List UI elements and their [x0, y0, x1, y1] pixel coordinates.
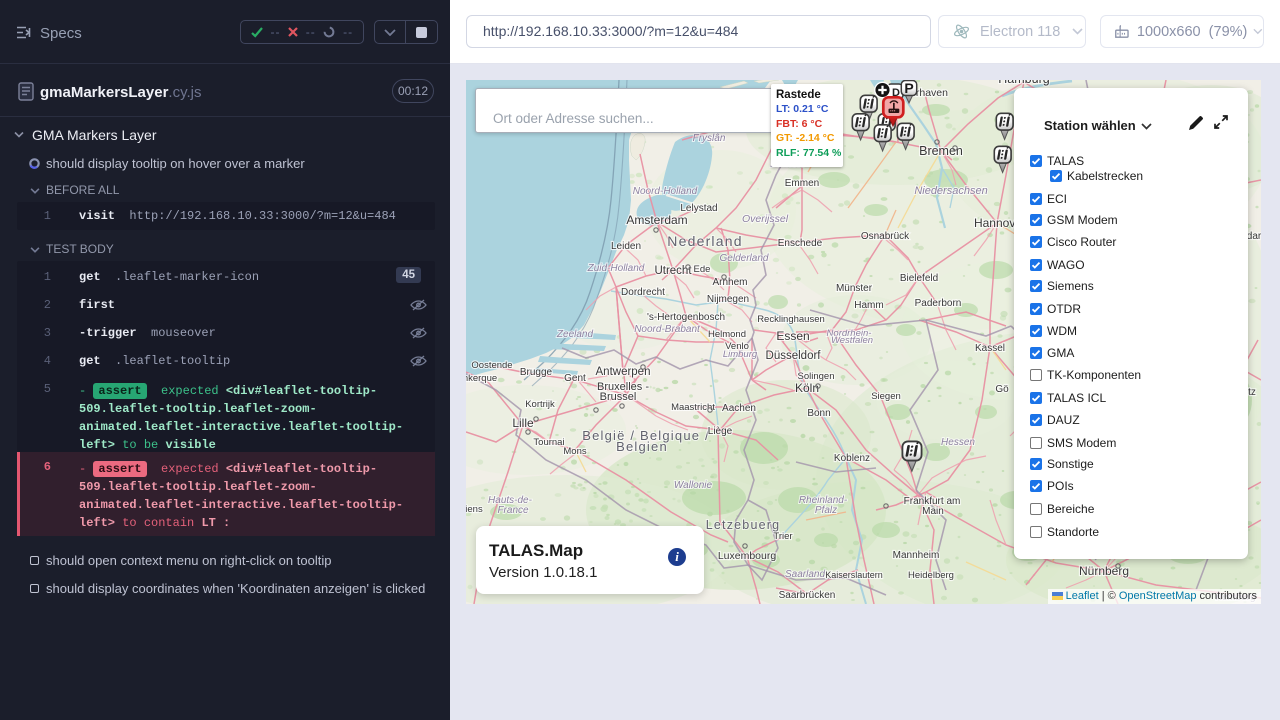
svg-text:Gelderland: Gelderland	[720, 253, 769, 264]
svg-text:Niedersachsen: Niedersachsen	[914, 185, 987, 197]
svg-text:Hamm: Hamm	[854, 300, 883, 311]
svg-text:Nederland: Nederland	[667, 233, 742, 249]
svg-text:Gent: Gent	[564, 373, 586, 384]
svg-text:Saarbrücken: Saarbrücken	[779, 590, 836, 601]
svg-text:Saarland: Saarland	[785, 569, 825, 580]
svg-text:Koblenz: Koblenz	[834, 453, 870, 464]
svg-text:Hessen: Hessen	[941, 437, 975, 448]
svg-text:Arnhem: Arnhem	[712, 277, 747, 288]
svg-text:Trier: Trier	[773, 531, 792, 542]
svg-text:Pfalz: Pfalz	[815, 505, 837, 516]
svg-text:Münster: Münster	[836, 283, 873, 294]
svg-text:Nürnberg: Nürnberg	[1079, 564, 1129, 578]
svg-text:Kortrijk: Kortrijk	[525, 399, 555, 410]
svg-text:tz: tz	[1248, 387, 1256, 398]
svg-text:Limburg: Limburg	[723, 349, 758, 360]
svg-text:Düsseldorf: Düsseldorf	[766, 350, 822, 362]
svg-text:Fryslân: Fryslân	[693, 133, 726, 144]
svg-text:Recklinghausen: Recklinghausen	[757, 314, 825, 325]
svg-text:Bonn: Bonn	[807, 408, 830, 419]
svg-text:Tournai: Tournai	[533, 437, 564, 448]
svg-text:Zuid-Holland: Zuid-Holland	[587, 263, 645, 274]
svg-text:erhaven: erhaven	[910, 87, 948, 99]
svg-text:Nijmegen: Nijmegen	[707, 294, 749, 305]
svg-text:Osnabrück: Osnabrück	[861, 231, 910, 242]
svg-text:Liège: Liège	[708, 426, 733, 437]
svg-text:Zeeland: Zeeland	[556, 329, 594, 340]
svg-text:Antwerpen: Antwerpen	[596, 366, 651, 378]
svg-text:Mannheim: Mannheim	[893, 550, 940, 561]
svg-text:Dordrecht: Dordrecht	[621, 287, 665, 298]
svg-text:Kassel: Kassel	[975, 343, 1005, 354]
svg-text:Aachen: Aachen	[722, 403, 756, 414]
svg-text:Kaiserslautern: Kaiserslautern	[825, 570, 883, 580]
svg-text:'s-Hertogenbosch: 's-Hertogenbosch	[647, 312, 725, 323]
svg-text:dar: dar	[1247, 231, 1261, 242]
svg-text:Lille: Lille	[512, 416, 534, 430]
svg-text:Emmen: Emmen	[785, 178, 819, 189]
svg-text:Main: Main	[922, 506, 944, 517]
svg-text:Brugge: Brugge	[520, 367, 553, 378]
svg-text:Overijssel: Overijssel	[742, 213, 789, 225]
svg-text:Oostende: Oostende	[471, 360, 512, 371]
svg-text:Essen: Essen	[776, 329, 809, 343]
svg-text:Bielefeld: Bielefeld	[900, 273, 938, 284]
svg-text:Westfalen: Westfalen	[831, 335, 873, 346]
svg-text:France: France	[497, 505, 529, 516]
svg-text:Letzebuerg: Letzebuerg	[706, 518, 781, 532]
svg-text:Belgien: Belgien	[616, 439, 668, 454]
svg-text:Leiden: Leiden	[611, 241, 641, 252]
svg-text:Utrecht: Utrecht	[654, 265, 692, 277]
svg-text:Noord-Brabant: Noord-Brabant	[634, 324, 701, 335]
svg-text:Amsterdam: Amsterdam	[626, 213, 687, 227]
svg-text:iens: iens	[466, 504, 483, 515]
svg-text:Luxembourg: Luxembourg	[718, 550, 777, 562]
svg-text:Heidelberg: Heidelberg	[908, 570, 954, 581]
svg-text:Ede: Ede	[694, 264, 711, 275]
svg-text:Noord-Holland: Noord-Holland	[633, 186, 698, 197]
svg-text:Mons: Mons	[563, 446, 586, 457]
svg-text:Wallonie: Wallonie	[674, 480, 713, 491]
svg-text:Helmond: Helmond	[708, 329, 746, 340]
svg-text:nkerque: nkerque	[466, 373, 497, 384]
svg-text:Köln: Köln	[795, 381, 819, 395]
svg-text:Gö: Gö	[995, 384, 1009, 395]
svg-text:Hamburg: Hamburg	[998, 80, 1049, 86]
svg-text:Brussel: Brussel	[600, 391, 637, 403]
svg-text:Siegen: Siegen	[871, 391, 901, 402]
svg-text:Paderborn: Paderborn	[915, 298, 962, 309]
svg-text:Enschede: Enschede	[778, 238, 823, 249]
